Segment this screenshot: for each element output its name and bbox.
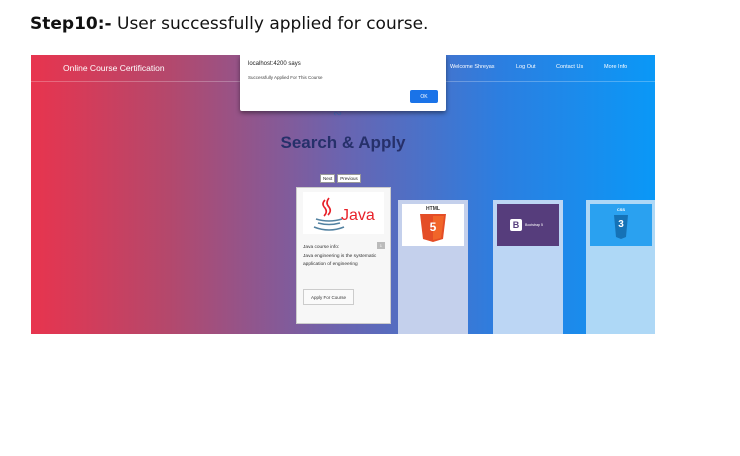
- alert-dialog: localhost:4200 says Successfully Applied…: [240, 55, 446, 111]
- java-logo-text: Java: [341, 207, 375, 224]
- course-card-bootstrap: B Bootstrap 5: [493, 200, 563, 334]
- html5-number: 5: [429, 220, 437, 234]
- css3-logo: CSS 3: [590, 204, 652, 246]
- bootstrap-b-icon: B: [510, 219, 522, 231]
- nav-contact[interactable]: Contact Us: [556, 64, 583, 70]
- dialog-message: Successfully Applied For This Course: [248, 75, 323, 80]
- css-logo-text: CSS: [616, 207, 626, 212]
- bootstrap-logo: B Bootstrap 5: [497, 204, 559, 246]
- course-card-java: Java 1 Java course info: Java engineerin…: [296, 187, 391, 324]
- course-info-text: Java engineering is the systematic appli…: [303, 253, 377, 268]
- course-info-title: Java course info:: [303, 245, 340, 250]
- html-logo-text: HTML: [426, 206, 440, 212]
- pager: Next Previous: [320, 174, 361, 183]
- css3-number: 3: [618, 219, 624, 230]
- dialog-title: localhost:4200 says: [248, 61, 301, 67]
- brand-link[interactable]: Online Course Certification: [63, 63, 165, 73]
- next-button[interactable]: Next: [320, 174, 336, 183]
- step-label: Step10:-: [30, 14, 112, 34]
- step-text: User successfully applied for course.: [111, 14, 429, 34]
- java-logo: Java: [303, 192, 384, 234]
- nav-more-info[interactable]: More Info: [604, 64, 627, 70]
- step-caption: Step10:- User successfully applied for c…: [30, 14, 428, 34]
- previous-button[interactable]: Previous: [337, 174, 361, 183]
- app-screenshot: Online Course Certification Welcome Shre…: [31, 55, 655, 334]
- nav-logout[interactable]: Log Out: [516, 64, 536, 70]
- course-card-html: HTML 5: [398, 200, 468, 334]
- bootstrap-logo-text: Bootstrap 5: [525, 223, 543, 227]
- dialog-ok-button[interactable]: OK: [410, 90, 438, 103]
- html5-logo: HTML 5: [402, 204, 464, 246]
- nav-welcome[interactable]: Welcome Shreyas: [450, 64, 495, 70]
- page-title: Search & Apply: [280, 133, 406, 152]
- course-card-css: CSS 3: [586, 200, 655, 334]
- course-info: Java course info: Java engineering is th…: [303, 244, 383, 270]
- apply-for-course-button[interactable]: Apply For Course: [303, 289, 354, 305]
